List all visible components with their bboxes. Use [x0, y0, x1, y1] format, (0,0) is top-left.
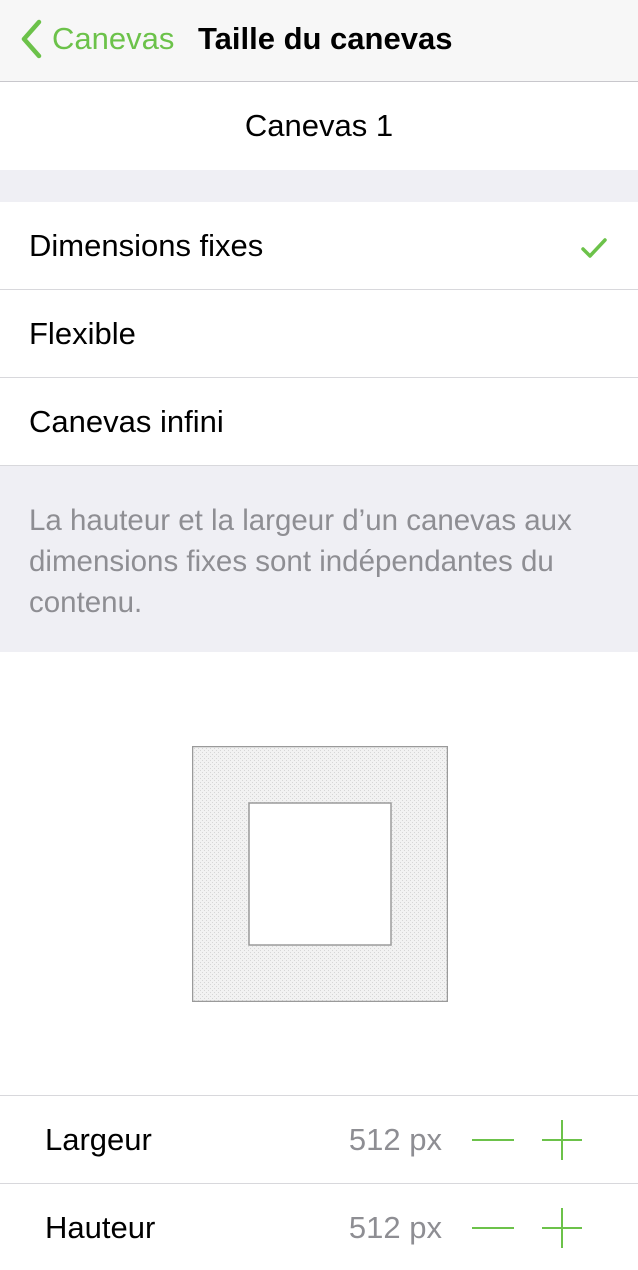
width-increment-button[interactable]	[540, 1118, 584, 1162]
navigation-bar: Canevas Taille du canevas	[0, 0, 638, 82]
canvas-size-diagram	[191, 745, 449, 1003]
width-decrement-button[interactable]	[470, 1118, 516, 1162]
option-label: Flexible	[29, 316, 136, 351]
option-description: La hauteur et la largeur d’un canevas au…	[0, 466, 638, 652]
page-title: Taille du canevas	[198, 21, 453, 56]
back-button[interactable]: Canevas	[20, 14, 174, 64]
option-label: Dimensions fixes	[29, 228, 264, 263]
height-decrement-button[interactable]	[470, 1206, 516, 1250]
chevron-left-icon	[20, 19, 42, 59]
minus-icon	[472, 1227, 514, 1229]
height-row: Hauteur 512 px	[0, 1184, 638, 1270]
option-label: Canevas infini	[29, 404, 224, 439]
width-value: 512 px	[348, 1122, 442, 1157]
height-label: Hauteur	[45, 1210, 156, 1245]
width-row: Largeur 512 px	[0, 1096, 638, 1184]
option-fixed-size[interactable]: Dimensions fixes	[0, 202, 638, 290]
plus-icon	[542, 1208, 582, 1248]
plus-icon	[542, 1120, 582, 1160]
checkmark-icon	[580, 232, 608, 268]
back-button-label: Canevas	[52, 21, 175, 56]
option-flexible[interactable]: Flexible	[0, 290, 638, 378]
option-infinite-canvas[interactable]: Canevas infini	[0, 378, 638, 466]
height-value: 512 px	[348, 1210, 442, 1245]
width-label: Largeur	[45, 1122, 152, 1157]
minus-icon	[472, 1139, 514, 1141]
canvas-name: Canevas 1	[0, 82, 638, 170]
height-increment-button[interactable]	[540, 1206, 584, 1250]
section-spacer	[0, 170, 638, 202]
